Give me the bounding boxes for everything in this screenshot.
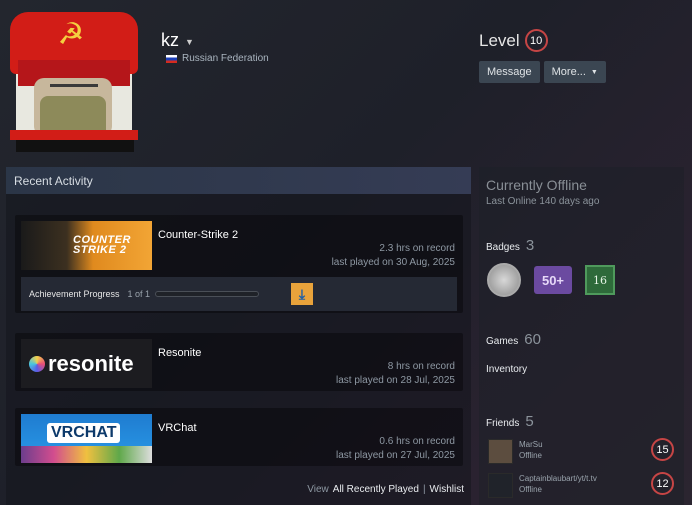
friend-avatar [488, 439, 513, 464]
recent-game-row: COUNTER STRIKE 2 Counter-Strike 2 2.3 hr… [15, 215, 463, 313]
badges-count: 3 [525, 237, 535, 254]
russia-flag-icon [166, 54, 177, 63]
friend-avatar [488, 473, 513, 498]
recent-game-row: VRCHAT VRChat 0.6 hrs on record last pla… [15, 408, 463, 466]
game-last-played: last played on 30 Aug, 2025 [331, 257, 455, 268]
recent-footer: View All Recently Played | Wishlist [307, 484, 464, 495]
achievement-progress[interactable]: Achievement Progress 1 of 1 ⤓ [21, 277, 457, 311]
game-name[interactable]: Resonite [158, 347, 201, 359]
friend-name: MarSu [519, 440, 543, 449]
game-last-played: last played on 28 Jul, 2025 [336, 375, 455, 386]
friend-level-badge: 12 [651, 472, 674, 495]
persona-name: kz [161, 30, 179, 50]
online-status: Currently Offline [486, 177, 587, 193]
inventory-link[interactable]: Inventory [486, 364, 527, 375]
friend-level-badge: 15 [651, 438, 674, 461]
achievement-icon[interactable]: ⤓ [291, 283, 313, 305]
badges-label: Badges [486, 242, 520, 253]
level-label: Level [479, 30, 520, 50]
recent-activity-panel: Recent Activity COUNTER STRIKE 2 Counter… [6, 167, 471, 505]
coin-badge-icon[interactable] [487, 263, 521, 297]
vrchat-capsule-logo: VRCHAT [47, 423, 121, 443]
years-16-badge[interactable]: 16 [585, 265, 615, 295]
vrchat-characters [21, 446, 152, 463]
country-name: Russian Federation [182, 53, 269, 64]
view-label: View [307, 484, 329, 495]
games-count: 60 [524, 331, 541, 348]
resonite-logo-icon [29, 355, 45, 372]
achievement-count: 1 of 1 [127, 289, 151, 299]
game-last-played: last played on 27 Jul, 2025 [336, 450, 455, 461]
friends-link[interactable]: Friends 5 [486, 413, 534, 430]
footer-separator: | [422, 484, 426, 495]
avatar-frame-black [16, 140, 134, 152]
games-label: Games [486, 336, 519, 347]
avatar-frame-red [10, 130, 138, 140]
hammer-sickle-icon: ☭ [57, 17, 85, 52]
message-button[interactable]: Message [479, 61, 540, 83]
resonite-capsule[interactable]: resonite [21, 339, 152, 388]
caret-down-icon: ▼ [590, 68, 598, 76]
wishlist-link[interactable]: Wishlist [430, 484, 464, 495]
message-label: Message [487, 66, 532, 78]
profile-location: Russian Federation [166, 53, 269, 64]
friends-count: 5 [525, 413, 534, 430]
friend-status: Offline [519, 451, 542, 460]
friend-item[interactable]: Captainblaubart/yt/t.tv Offline 12 [488, 472, 678, 498]
achievement-progress-bar [155, 291, 260, 297]
level-badge[interactable]: 10 [524, 29, 548, 52]
badge-list: 50+ 16 [487, 263, 615, 297]
game-name[interactable]: Counter-Strike 2 [158, 229, 238, 241]
friend-name: Captainblaubart/yt/t.tv [519, 474, 597, 483]
games-link[interactable]: Games 60 [486, 331, 541, 348]
badges-link[interactable]: Badges 3 [486, 237, 534, 254]
profile-sidebar: Currently Offline Last Online 140 days a… [479, 167, 684, 505]
friend-item[interactable]: MarSu Offline 15 [488, 438, 678, 464]
profile-level: Level 10 [479, 29, 548, 52]
cs2-capsule[interactable]: COUNTER STRIKE 2 [21, 221, 152, 270]
games-50-badge[interactable]: 50+ [534, 266, 572, 294]
more-label: More... [551, 66, 586, 78]
recent-activity-header: Recent Activity [6, 167, 471, 194]
last-online: Last Online 140 days ago [486, 196, 600, 207]
all-recently-played-link[interactable]: All Recently Played [333, 484, 419, 495]
recent-game-row: resonite Resonite 8 hrs on record last p… [15, 333, 463, 391]
cs2-capsule-logo: COUNTER STRIKE 2 [73, 234, 131, 256]
game-hours: 0.6 hrs on record [379, 436, 455, 447]
game-name[interactable]: VRChat [158, 422, 197, 434]
vrchat-capsule[interactable]: VRCHAT [21, 414, 152, 463]
resonite-capsule-logo: resonite [48, 350, 134, 376]
persona-name-dropdown[interactable]: kz ▼ [161, 30, 194, 51]
friends-label: Friends [486, 418, 520, 429]
achievement-label: Achievement Progress [29, 289, 120, 299]
game-hours: 2.3 hrs on record [379, 243, 455, 254]
profile-actions: Message More... ▼ [479, 61, 606, 83]
more-button[interactable]: More... ▼ [543, 61, 606, 83]
game-hours: 8 hrs on record [387, 361, 455, 372]
avatar-eyes [50, 84, 98, 92]
profile-avatar: ☭ [10, 12, 138, 154]
caret-down-icon: ▼ [185, 37, 194, 47]
friend-status: Offline [519, 485, 542, 494]
